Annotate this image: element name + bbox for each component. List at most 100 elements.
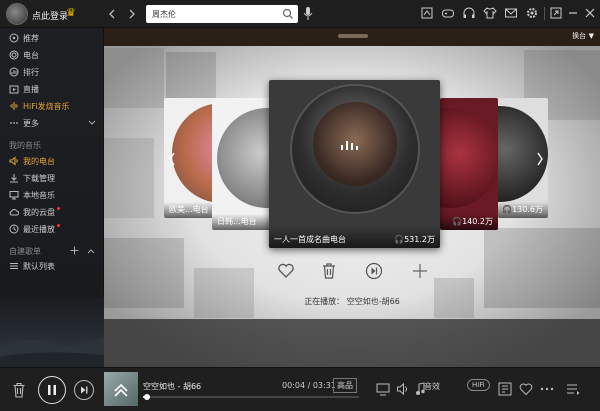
search-icon[interactable] (282, 8, 294, 20)
sidebar-item-label: 推荐 (23, 33, 39, 43)
next-circle-icon (365, 262, 383, 280)
gear-icon[interactable] (525, 6, 539, 20)
shirt-icon[interactable] (483, 6, 497, 20)
pause-button[interactable] (38, 376, 66, 404)
skin-icon[interactable] (420, 6, 434, 20)
sidebar-item-local-music[interactable]: 本地音乐 (0, 187, 104, 203)
headphones-icon: 🎧 (502, 205, 513, 214)
section-title: 自建歌单 (9, 247, 41, 256)
delete-button[interactable] (319, 261, 339, 281)
volume-icon[interactable] (396, 382, 410, 396)
avatar[interactable] (6, 3, 28, 25)
player-bar: 空空如也 - 胡66 00:04 / 03:31 高品 音效 HiFi (0, 367, 600, 411)
equalizer-icon (341, 141, 358, 150)
minimize-icon[interactable] (566, 6, 580, 20)
sidebar-item-recent[interactable]: 最近播放 (0, 221, 104, 237)
station-title: 欧美...电台 (169, 205, 209, 214)
sidebar-item-label: 排行 (23, 67, 39, 77)
add-button[interactable] (410, 261, 430, 281)
soundwave-icon (9, 101, 19, 111)
playlist-icon[interactable] (566, 382, 580, 396)
notification-dot (57, 224, 60, 227)
switch-station-button[interactable]: 换台 ▼ (572, 31, 594, 41)
add-playlist-icon[interactable] (70, 246, 79, 255)
sound-effect-button[interactable]: 音效 (424, 381, 440, 392)
crown-icon[interactable]: ♛ (66, 6, 76, 19)
listener-count: 🎧130.6万 (502, 205, 543, 214)
switch-station-label: 换台 (572, 32, 587, 40)
forward-button[interactable] (124, 5, 140, 23)
heart-icon (278, 263, 294, 278)
sidebar-item-label: 我的云盘 (23, 207, 55, 217)
next-track-icon (81, 386, 88, 394)
sidebar-item-more[interactable]: 更多 (0, 115, 104, 131)
sidebar-item-label: HiFi发烧音乐 (23, 101, 70, 111)
drag-strip: 换台 ▼ (104, 28, 600, 46)
sidebar-item-cloud[interactable]: 我的云盘 (0, 204, 104, 220)
sidebar-item-downloads[interactable]: 下载管理 (0, 170, 104, 186)
sidebar-item-default-list[interactable]: 默认列表 (0, 258, 104, 274)
station-title: 日韩...电台 (217, 217, 257, 226)
sidebar-item-label: 本地音乐 (23, 190, 55, 200)
mail-icon[interactable] (504, 6, 518, 20)
search-input[interactable] (152, 7, 278, 21)
more-icon[interactable] (540, 383, 554, 395)
disc-icon (9, 33, 19, 43)
speaker-icon (9, 156, 19, 166)
sidebar-item-label: 我的电台 (23, 156, 55, 166)
live-icon (9, 84, 19, 94)
heart-icon[interactable] (519, 382, 533, 396)
sidebar-item-recommend[interactable]: 推荐 (0, 30, 104, 46)
mini-mode-icon[interactable] (549, 6, 563, 20)
monitor-icon (9, 190, 19, 200)
progress-knob[interactable] (144, 394, 151, 400)
notification-dot (57, 207, 60, 210)
back-button[interactable] (104, 5, 120, 23)
sidebar-item-label: 最近播放 (23, 224, 55, 234)
station-card-right-1[interactable]: 🎧140.2万 (440, 98, 498, 230)
trash-icon (323, 263, 335, 279)
sidebar-item-my-radio[interactable]: 我的电台 (0, 153, 104, 169)
caret-down-icon: ▼ (588, 32, 594, 40)
sidebar-item-live[interactable]: 直播 (0, 81, 104, 97)
search-box[interactable] (146, 5, 298, 23)
album-thumbnail[interactable] (104, 372, 138, 406)
radio-icon (9, 50, 19, 60)
lyrics-icon[interactable] (498, 382, 512, 396)
next-button[interactable] (74, 380, 94, 400)
song-title[interactable]: 空空如也 - 胡66 (143, 381, 201, 392)
now-playing-text: 正在播放： 空空如也-胡66 (304, 297, 400, 306)
clock-icon (9, 224, 19, 234)
divider (544, 7, 545, 20)
section-title: 我的音乐 (9, 141, 41, 150)
trash-button[interactable] (10, 380, 28, 400)
progress-bar[interactable] (143, 394, 359, 400)
chevron-down-icon[interactable] (88, 120, 96, 126)
list-icon (9, 261, 19, 271)
sidebar-item-hifi[interactable]: HiFi发烧音乐 (0, 98, 104, 114)
chevron-up-icon[interactable] (87, 248, 95, 254)
sidebar-item-radio[interactable]: 电台 (0, 47, 104, 63)
collapse-handle[interactable] (338, 34, 368, 38)
chevron-left-icon[interactable] (168, 152, 176, 166)
listener-count: 🎧140.2万 (452, 217, 493, 226)
quality-selector[interactable]: 高品 (333, 378, 357, 393)
chevron-right-icon[interactable] (536, 152, 544, 166)
landscape-image (0, 337, 104, 367)
station-card-featured[interactable]: 一人一首成名曲电台 🎧531.2万 (269, 80, 440, 248)
login-link[interactable]: 点此登录 (32, 9, 68, 22)
sidebar-item-charts[interactable]: 排行 (0, 64, 104, 80)
sidebar-item-label: 下载管理 (23, 173, 55, 183)
plus-icon (413, 264, 427, 278)
like-button[interactable] (276, 261, 296, 281)
chart-icon (9, 67, 19, 77)
gamepad-icon[interactable] (441, 6, 455, 20)
sidebar: 推荐 电台 排行 直播 HiFi发烧音乐 更多 我的音乐 我的电台 下载管理 本… (0, 28, 104, 367)
next-song-button[interactable] (364, 261, 384, 281)
cloud-icon (9, 207, 19, 217)
desktop-lyrics-icon[interactable] (376, 382, 390, 396)
close-icon[interactable] (583, 6, 597, 20)
microphone-icon[interactable] (302, 6, 314, 22)
headphones-icon[interactable] (462, 6, 476, 20)
hifi-button[interactable]: HiFi (467, 379, 490, 391)
